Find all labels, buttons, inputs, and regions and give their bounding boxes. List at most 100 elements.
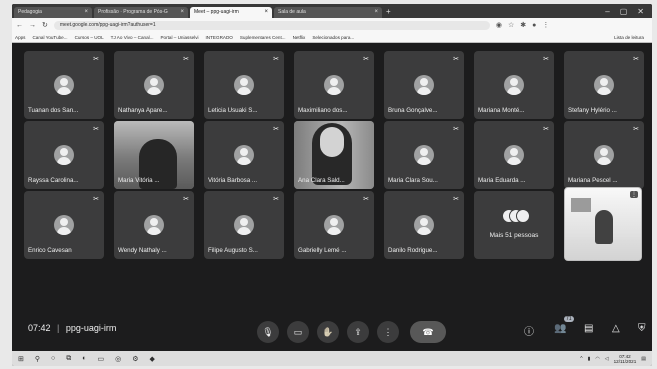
avatar (234, 75, 254, 95)
avatar (324, 215, 344, 235)
participant-name: Maria Eduarda ... (478, 177, 526, 184)
bookmarks-bar: Apps Canal YouTube... Cursos – UOL TJ Ao… (12, 32, 652, 43)
new-tab-button[interactable]: + (386, 6, 391, 18)
url-field[interactable]: meet.google.com/ppg-uagi-irm?authuser=1 (53, 20, 490, 30)
camera-permission-icon[interactable]: ◉ (496, 21, 502, 29)
participant-tile[interactable]: ✂ Bruna Gonçalve... (384, 51, 464, 119)
profile-icon[interactable]: ● (532, 22, 536, 29)
participant-tile[interactable]: ✂ Rayssa Carolina... (24, 121, 104, 189)
tab-2[interactable]: Meet – ppg-uagi-irm × (190, 7, 272, 18)
file-explorer-icon[interactable]: ▭ (97, 355, 104, 363)
address-bar-row: ← → ↻ meet.google.com/ppg-uagi-irm?authu… (12, 18, 652, 32)
bookmark[interactable]: Selecionados para... (312, 35, 354, 40)
participant-tile[interactable]: ✂ Nathanya Apare... (114, 51, 194, 119)
tray-chevron-icon[interactable]: ^ (580, 356, 582, 362)
participant-name: Tuanan dos San... (28, 107, 79, 114)
tab-1[interactable]: Profissão · Programa de Pós-G × (94, 7, 188, 18)
avatar (54, 215, 74, 235)
participant-tile[interactable]: ✂ Danilo Rodrigue... (384, 191, 464, 259)
notifications-icon[interactable]: ▤ (641, 356, 646, 362)
bookmark[interactable]: Canal YouTube... (32, 35, 67, 40)
close-icon[interactable]: × (374, 7, 378, 18)
chrome-icon[interactable]: ◎ (115, 355, 121, 363)
call-end-icon[interactable]: ☎ (410, 321, 446, 343)
volume-icon[interactable]: ◁ (605, 356, 609, 362)
mic-off-icon: ✂ (183, 56, 189, 63)
maximize-icon[interactable]: ▢ (620, 5, 628, 18)
system-tray: ^ ▮ ◠ ◁ 07:42 12/11/2021 ▤ (580, 354, 652, 364)
participant-tile[interactable]: ✂ Vitória Barbosa ... (204, 121, 284, 189)
star-icon[interactable]: ☆ (508, 21, 514, 29)
system-clock[interactable]: 07:42 12/11/2021 (614, 354, 637, 364)
participant-name: Maximiliano dos... (298, 107, 348, 114)
camera-icon[interactable]: ▭ (287, 321, 309, 343)
activities-icon[interactable]: △ (612, 323, 620, 334)
menu-icon[interactable]: ⋮ (542, 21, 549, 29)
mic-off-icon: ✂ (273, 126, 279, 133)
participant-tile[interactable]: ✂ Tuanan dos San... (24, 51, 104, 119)
bookmark-reading-list[interactable]: Lista de leitura (614, 35, 652, 40)
present-icon[interactable]: ⇪ (347, 321, 369, 343)
os-taskbar: ⊞ ⚲ ○ ⧉ ◐ ▭ ◎ ⚙ ◆ ^ ▮ ◠ ◁ 07:42 12/11/20… (12, 351, 652, 366)
participant-tile[interactable]: ✂ Leticia Usuaki S... (204, 51, 284, 119)
forward-icon[interactable]: → (29, 22, 36, 29)
cortana-icon[interactable]: ○ (51, 355, 55, 362)
bookmark[interactable]: Netflix (293, 35, 306, 40)
bookmark[interactable]: Portal – Uniasselvi (160, 35, 198, 40)
bookmark[interactable]: Cursos – UOL (75, 35, 104, 40)
avatar (414, 145, 434, 165)
participant-tile[interactable]: ✂ Stefany Hylério ... (564, 51, 644, 119)
bookmark[interactable]: TJ Ao Vivo – Canal... (111, 35, 154, 40)
tab-0[interactable]: Pedagogia × (14, 7, 92, 18)
bookmark[interactable]: Apps (15, 35, 25, 40)
participant-tile[interactable]: ✂ Wendy Nathaly ... (114, 191, 194, 259)
task-view-icon[interactable]: ⧉ (66, 355, 71, 363)
close-icon[interactable]: × (180, 7, 184, 18)
more-vert-icon[interactable]: ⋮ (377, 321, 399, 343)
more-participants-tile[interactable]: Mais 51 pessoas (474, 191, 554, 259)
back-icon[interactable]: ← (16, 22, 23, 29)
avatar (54, 145, 74, 165)
bookmark[interactable]: Suplementares Cent... (240, 35, 286, 40)
raise-hand-icon[interactable]: ✋ (317, 321, 339, 343)
participant-tile[interactable]: ✂ Maria Clara Sou... (384, 121, 464, 189)
people-icon[interactable]: 👥 (554, 323, 566, 334)
participant-tile[interactable]: ✂ Mariana Pescel ... (564, 121, 644, 189)
participant-tile[interactable]: Ana Clara Sald... (294, 121, 374, 189)
meeting-info: 07:42 | ppg-uagi-irm (28, 323, 116, 333)
participant-tile[interactable]: Maria Vitória ... (114, 121, 194, 189)
app-icon[interactable]: ◆ (150, 355, 155, 363)
participant-tile[interactable]: ✂ Filipe Augusto S... (204, 191, 284, 259)
mic-off-icon: ✂ (543, 56, 549, 63)
info-icon[interactable]: ⓘ (524, 323, 534, 338)
battery-icon[interactable]: ▮ (588, 356, 591, 362)
close-icon[interactable]: × (264, 7, 268, 18)
mic-off-icon: ✂ (273, 56, 279, 63)
close-window-icon[interactable]: ✕ (637, 5, 644, 18)
participant-tile[interactable]: ✂ Maria Eduarda ... (474, 121, 554, 189)
participant-tile[interactable]: ✂ Enrico Cavesan (24, 191, 104, 259)
close-icon[interactable]: × (84, 7, 88, 18)
participant-tile[interactable]: ✂ Gabrielly Lemé ... (294, 191, 374, 259)
shield-icon[interactable]: ⛨ (638, 323, 646, 334)
mic-icon[interactable]: 🎙 (257, 321, 279, 343)
extension-icon[interactable]: ✱ (520, 21, 526, 29)
wifi-icon[interactable]: ◠ (595, 356, 599, 362)
bookmark[interactable]: INTEGRADO (206, 35, 233, 40)
minimize-icon[interactable]: – (605, 5, 609, 18)
participant-name: Maria Vitória ... (118, 177, 160, 184)
self-view-tile[interactable]: ⋮ (564, 187, 642, 261)
search-icon[interactable]: ⚲ (35, 355, 40, 363)
reload-icon[interactable]: ↻ (42, 21, 48, 29)
participant-tile[interactable]: ✂ Maximiliano dos... (294, 51, 374, 119)
edge-icon[interactable]: ◐ (82, 355, 86, 362)
windows-start-icon[interactable]: ⊞ (18, 355, 24, 363)
mic-off-icon: ✂ (453, 126, 459, 133)
settings-icon[interactable]: ⚙ (132, 355, 138, 363)
chat-icon[interactable]: ▤ (584, 323, 593, 334)
tab-3[interactable]: Sala de aula × (274, 7, 382, 18)
pin-icon[interactable]: ⋮ (630, 191, 638, 198)
participant-name: Ana Clara Sald... (298, 177, 345, 184)
participant-name: Enrico Cavesan (28, 247, 72, 254)
participant-tile[interactable]: ✂ Mariana Monté... (474, 51, 554, 119)
